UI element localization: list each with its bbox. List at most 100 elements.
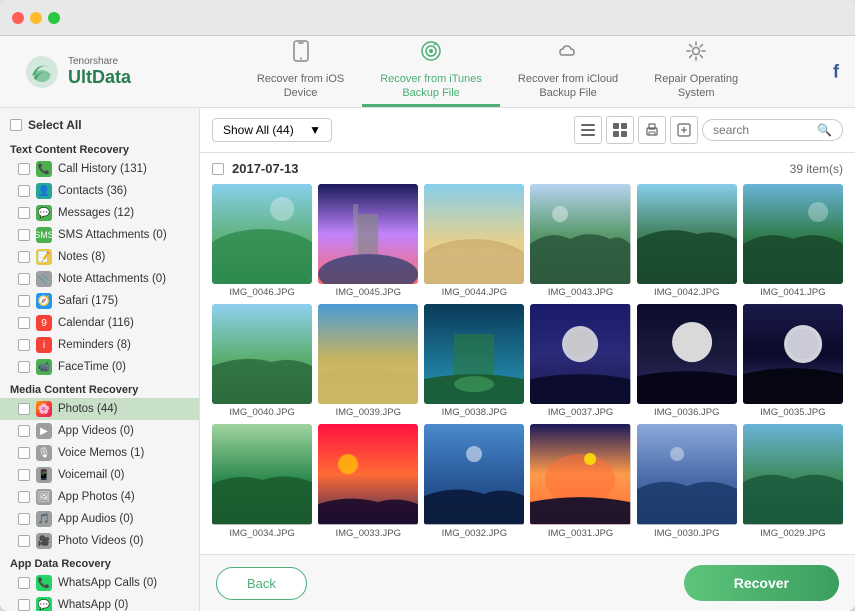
wa-calls-icon: 📞 [36,575,52,591]
photo-cell-29[interactable]: IMG_0029.JPG [743,424,843,538]
photo-grid: IMG_0046.JPG IMG_0045.JPG [212,184,843,539]
wa-calls-checkbox[interactable] [18,577,30,589]
sidebar-item-whatsapp[interactable]: 💬 WhatsApp (0) [0,594,199,611]
photo-cell-38[interactable]: IMG_0038.JPG [424,304,524,418]
tab-icloud[interactable]: Recover from iCloudBackup File [500,36,636,107]
sidebar-item-messages[interactable]: 💬 Messages (12) [0,202,199,224]
reminders-checkbox[interactable] [18,339,30,351]
facebook-icon[interactable]: f [833,61,839,82]
item-count: 39 item(s) [790,162,843,176]
safari-icon: 🧭 [36,293,52,309]
tab-ios-label: Recover from iOSDevice [257,72,344,101]
print-button[interactable] [638,116,666,144]
tab-ios[interactable]: Recover from iOSDevice [239,36,362,107]
photos-checkbox[interactable] [18,403,30,415]
back-button[interactable]: Back [216,567,307,600]
safari-checkbox[interactable] [18,295,30,307]
sidebar-item-reminders[interactable]: i Reminders (8) [0,334,199,356]
sidebar-item-voice-memos[interactable]: 🎙 Voice Memos (1) [0,442,199,464]
tab-itunes-label: Recover from iTunesBackup File [380,72,482,101]
section-app-data: App Data Recovery [0,554,199,572]
calendar-checkbox[interactable] [18,317,30,329]
sidebar-item-app-audios[interactable]: 🎵 App Audios (0) [0,508,199,530]
facetime-label: FaceTime (0) [58,361,126,373]
notes-checkbox[interactable] [18,251,30,263]
section-text-content: Text Content Recovery [0,140,199,158]
sidebar-item-safari[interactable]: 🧭 Safari (175) [0,290,199,312]
photo-thumb-30 [637,424,737,524]
sidebar-item-sms-attachments[interactable]: SMS SMS Attachments (0) [0,224,199,246]
sidebar-item-app-photos[interactable]: 🖼 App Photos (4) [0,486,199,508]
export-button[interactable] [670,116,698,144]
sidebar-item-note-attachments[interactable]: 📎 Note Attachments (0) [0,268,199,290]
tab-itunes[interactable]: Recover from iTunesBackup File [362,36,500,107]
logo-text: Tenorshare UltData [68,56,131,88]
photo-cell-40[interactable]: IMG_0040.JPG [212,304,312,418]
photo-cell-45[interactable]: IMG_0045.JPG [318,184,418,298]
app-videos-checkbox[interactable] [18,425,30,437]
photo-name-29: IMG_0029.JPG [760,528,825,539]
filter-dropdown[interactable]: Show All (44) ▼ [212,118,332,142]
photo-cell-46[interactable]: IMG_0046.JPG [212,184,312,298]
recover-button[interactable]: Recover [684,565,839,601]
close-button[interactable] [12,12,24,24]
sidebar-item-voicemail[interactable]: 📱 Voicemail (0) [0,464,199,486]
note-attach-checkbox[interactable] [18,273,30,285]
photo-cell-37[interactable]: IMG_0037.JPG [530,304,630,418]
sidebar-item-whatsapp-calls[interactable]: 📞 WhatsApp Calls (0) [0,572,199,594]
photo-cell-33[interactable]: IMG_0033.JPG [318,424,418,538]
calendar-label: Calendar (116) [58,317,134,329]
date-select-checkbox[interactable] [212,163,224,175]
app-videos-icon: ▶ [36,423,52,439]
date-label: 2017-07-13 [232,161,299,176]
photo-area[interactable]: 2017-07-13 39 item(s) [200,153,855,554]
photo-videos-checkbox[interactable] [18,535,30,547]
photo-cell-42[interactable]: IMG_0042.JPG [637,184,737,298]
search-box[interactable]: 🔍 [702,119,843,141]
traffic-lights [12,12,60,24]
photo-thumb-34 [212,424,312,524]
voice-memos-checkbox[interactable] [18,447,30,459]
select-all-item[interactable]: Select All [0,114,199,138]
voicemail-checkbox[interactable] [18,469,30,481]
sidebar-item-contacts[interactable]: 👤 Contacts (36) [0,180,199,202]
minimize-button[interactable] [30,12,42,24]
photo-cell-39[interactable]: IMG_0039.JPG [318,304,418,418]
sidebar-item-photos[interactable]: 🌸 Photos (44) [0,398,199,420]
search-input[interactable] [713,123,813,137]
photo-cell-30[interactable]: IMG_0030.JPG [637,424,737,538]
sidebar-item-calendar[interactable]: 9 Calendar (116) [0,312,199,334]
photo-cell-41[interactable]: IMG_0041.JPG [743,184,843,298]
sms-attach-checkbox[interactable] [18,229,30,241]
tab-repair[interactable]: Repair OperatingSystem [636,36,756,107]
app-photos-checkbox[interactable] [18,491,30,503]
sidebar-item-notes[interactable]: 📝 Notes (8) [0,246,199,268]
photo-cell-32[interactable]: IMG_0032.JPG [424,424,524,538]
list-view-button[interactable] [574,116,602,144]
photo-cell-36[interactable]: IMG_0036.JPG [637,304,737,418]
photo-name-34: IMG_0034.JPG [229,528,294,539]
photo-cell-35[interactable]: IMG_0035.JPG [743,304,843,418]
sidebar-item-photo-videos[interactable]: 🎥 Photo Videos (0) [0,530,199,552]
sidebar-item-app-videos[interactable]: ▶ App Videos (0) [0,420,199,442]
photo-cell-34[interactable]: IMG_0034.JPG [212,424,312,538]
maximize-button[interactable] [48,12,60,24]
sms-attach-icon: SMS [36,227,52,243]
sidebar-item-facetime[interactable]: 📹 FaceTime (0) [0,356,199,378]
photo-cell-31[interactable]: IMG_0031.JPG [530,424,630,538]
photo-name-30: IMG_0030.JPG [654,528,719,539]
contacts-checkbox[interactable] [18,185,30,197]
app-audios-checkbox[interactable] [18,513,30,525]
select-all-checkbox[interactable] [10,119,22,131]
photo-cell-44[interactable]: IMG_0044.JPG [424,184,524,298]
messages-checkbox[interactable] [18,207,30,219]
call-history-label: Call History (131) [58,163,147,175]
sidebar-item-call-history[interactable]: 📞 Call History (131) [0,158,199,180]
photo-cell-43[interactable]: IMG_0043.JPG [530,184,630,298]
wa-checkbox[interactable] [18,599,30,611]
facetime-checkbox[interactable] [18,361,30,373]
call-history-checkbox[interactable] [18,163,30,175]
grid-view-button[interactable] [606,116,634,144]
icloud-icon [557,40,579,68]
nav-tabs: Recover from iOSDevice Recover from iTun… [150,36,845,107]
